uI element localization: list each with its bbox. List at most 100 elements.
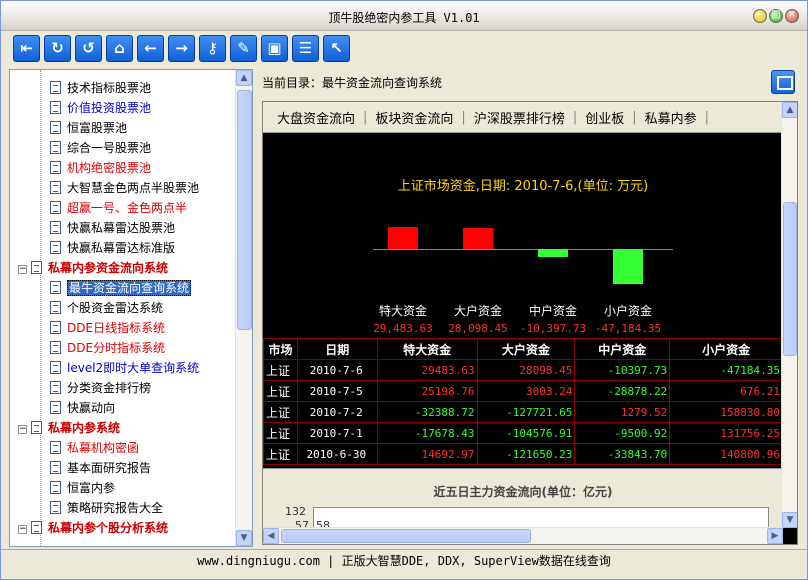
tab-sector-flow[interactable]: 板块资金流向 xyxy=(367,108,461,127)
table-cell: -32388.72 xyxy=(376,401,478,423)
tree-item-label: 基本面研究报告 xyxy=(67,461,152,475)
collapse-icon[interactable]: − xyxy=(18,525,27,534)
tree-item[interactable]: DDE分时指标系统 xyxy=(50,338,165,358)
table-cell: 676.21 xyxy=(669,380,783,402)
scroll-down-icon[interactable]: ▼ xyxy=(236,530,252,546)
window-toggle-icon[interactable] xyxy=(771,70,795,94)
table-cell: 上证 xyxy=(263,401,298,423)
table-cell: -121650.23 xyxy=(476,443,576,465)
tree-item-label: 快赢私幕雷达股票池 xyxy=(67,221,176,235)
category-label: 大户资金 xyxy=(453,304,502,318)
table-row[interactable]: 上证 2010-7-1 -17678.43 -104576.91 -9500.92 131… xyxy=(263,422,783,444)
tree-scroll-thumb[interactable] xyxy=(237,90,252,330)
home-icon[interactable]: ⌂ xyxy=(106,35,133,62)
tree-item[interactable]: level2即时大单查询系统 xyxy=(50,358,199,378)
close-button[interactable]: × xyxy=(785,9,799,23)
back-arrow-icon[interactable]: ← xyxy=(137,35,164,62)
tree-item-label: 最牛资金流向查询系统 xyxy=(67,280,192,296)
content-hscroll-thumb[interactable] xyxy=(281,529,531,543)
tree-item[interactable]: 价值投资股票池 xyxy=(50,98,151,118)
tree-item-label: 技术指标股票池 xyxy=(67,81,152,95)
table-row[interactable]: 上证 2010-7-2 -32388.72 -127721.65 1279.52 1588… xyxy=(263,401,783,423)
tree-scrollbar[interactable]: ▲ ▼ xyxy=(235,70,252,546)
table-cell: 131756.25 xyxy=(669,422,783,444)
table-row[interactable]: 上证 2010-6-30 14692.97 -121650.23 -33843.70 14… xyxy=(263,443,783,465)
tab-stock-ranking[interactable]: 沪深股票排行榜 xyxy=(466,108,573,127)
table-cell: 29483.63 xyxy=(376,359,478,381)
tree-item[interactable]: 恒富股票池 xyxy=(50,118,127,138)
tree-item[interactable]: 私幕机构密函 xyxy=(50,438,139,458)
book-icon[interactable]: ☰ xyxy=(292,35,319,62)
category-label: 特大资金 xyxy=(378,304,427,318)
document-icon xyxy=(50,181,61,194)
tree-item[interactable]: 基本面研究报告 xyxy=(50,458,151,478)
cursor-icon[interactable]: ↖ xyxy=(323,35,350,62)
tab-bar: 大盘资金流向 | 板块资金流向 | 沪深股票排行榜 | 创业板 | 私募内参 | xyxy=(263,102,783,133)
scroll-left-icon[interactable]: ◀ xyxy=(263,528,279,544)
collapse-icon[interactable]: − xyxy=(18,425,27,434)
table-cell: -9500.92 xyxy=(574,422,671,444)
tree-group[interactable]: − 私幕内参系统 xyxy=(18,418,120,438)
forward-arrow-icon[interactable]: → xyxy=(168,35,195,62)
tab-market-flow[interactable]: 大盘资金流向 xyxy=(269,108,363,127)
document-icon xyxy=(50,501,61,514)
document-icon xyxy=(50,401,61,414)
col-header: 小户资金 xyxy=(669,338,783,360)
maximize-button[interactable]: □ xyxy=(769,9,783,23)
content-scroll-thumb[interactable] xyxy=(783,202,797,356)
document-icon xyxy=(50,321,61,334)
tree-group[interactable]: − 私幕内参资金流向系统 xyxy=(18,258,168,278)
tree-group[interactable]: − 私幕内参个股分析系统 xyxy=(18,518,168,538)
scroll-up-icon[interactable]: ▲ xyxy=(782,102,797,118)
content-hscrollbar[interactable]: ◀ ▶ xyxy=(263,527,783,544)
eraser-icon[interactable]: ✎ xyxy=(230,35,257,62)
category-label: 中户资金 xyxy=(528,304,577,318)
tree-item[interactable]: 机构绝密股票池 xyxy=(50,158,151,178)
bar-0 xyxy=(388,227,418,249)
undo-icon[interactable]: ↺ xyxy=(75,35,102,62)
key-icon[interactable]: ⚷ xyxy=(199,35,226,62)
tree-item[interactable]: 分类资金排行榜 xyxy=(50,378,151,398)
document-icon xyxy=(50,481,61,494)
table-cell: 158830.80 xyxy=(669,401,783,423)
tree-item[interactable]: DDE日线指标系统 xyxy=(50,318,165,338)
tree-item[interactable]: 技术指标股票池 xyxy=(50,78,151,98)
tree-item[interactable]: 大智慧金色两点半股票池 xyxy=(50,178,199,198)
tree-item[interactable]: 最牛资金流向查询系统 xyxy=(50,278,192,298)
table-cell: -10397.73 xyxy=(574,359,671,381)
content-scrollbar[interactable]: ▲ ▼ xyxy=(781,102,797,528)
table-cell: 上证 xyxy=(263,422,298,444)
table-cell: 140800.96 xyxy=(669,443,783,465)
tree-item[interactable]: 恒富内参 xyxy=(50,478,115,498)
tree-item[interactable]: 快赢私幕雷达股票池 xyxy=(50,218,175,238)
tab-gem-board[interactable]: 创业板 xyxy=(577,108,632,127)
tree-item[interactable]: 个股资金雷达系统 xyxy=(50,298,163,318)
collapse-icon[interactable]: − xyxy=(18,265,27,274)
table-row[interactable]: 上证 2010-7-5 25198.76 3003.24 -28878.22 676.21 xyxy=(263,380,783,402)
tree-item[interactable]: 策略研究报告大全 xyxy=(50,498,163,518)
table-cell: 2010-6-30 xyxy=(296,443,378,465)
save-icon[interactable]: ▣ xyxy=(261,35,288,62)
scroll-down-icon[interactable]: ▼ xyxy=(782,512,797,528)
bar-1 xyxy=(463,228,493,249)
chart-title: 上证市场资金,日期: 2010-7-6,(单位: 万元) xyxy=(397,179,649,194)
table-cell: 1279.52 xyxy=(574,401,671,423)
tree-item[interactable]: 快赢动向 xyxy=(50,398,115,418)
table-cell: 2010-7-1 xyxy=(296,422,378,444)
scroll-up-icon[interactable]: ▲ xyxy=(236,70,252,86)
scroll-right-icon[interactable]: ▶ xyxy=(767,528,783,544)
current-dir-value: 最牛资金流向查询系统 xyxy=(322,76,443,90)
minimize-button[interactable]: – xyxy=(753,9,767,23)
tree-item[interactable]: 超赢一号、金色两点半 xyxy=(50,198,187,218)
tree-item[interactable]: 综合一号股票池 xyxy=(50,138,151,158)
main-panel: 当前目录：最牛资金流向查询系统 大盘资金流向 | 板块资金流向 | 沪深股票排行… xyxy=(258,69,801,547)
tree-item-label: 价值投资股票池 xyxy=(67,101,152,115)
table-cell: 上证 xyxy=(263,359,298,381)
table-row[interactable]: 上证 2010-7-6 29483.63 28098.45 -10397.73 -4718… xyxy=(263,359,783,381)
document-icon xyxy=(50,361,61,374)
exit-icon[interactable]: ⇤ xyxy=(13,35,40,62)
tab-private-fund[interactable]: 私募内参 xyxy=(637,108,705,127)
refresh-icon[interactable]: ↻ xyxy=(44,35,71,62)
tree-item[interactable]: 快赢私幕雷达标准版 xyxy=(50,238,175,258)
tree-item-label: 快赢动向 xyxy=(67,401,116,415)
